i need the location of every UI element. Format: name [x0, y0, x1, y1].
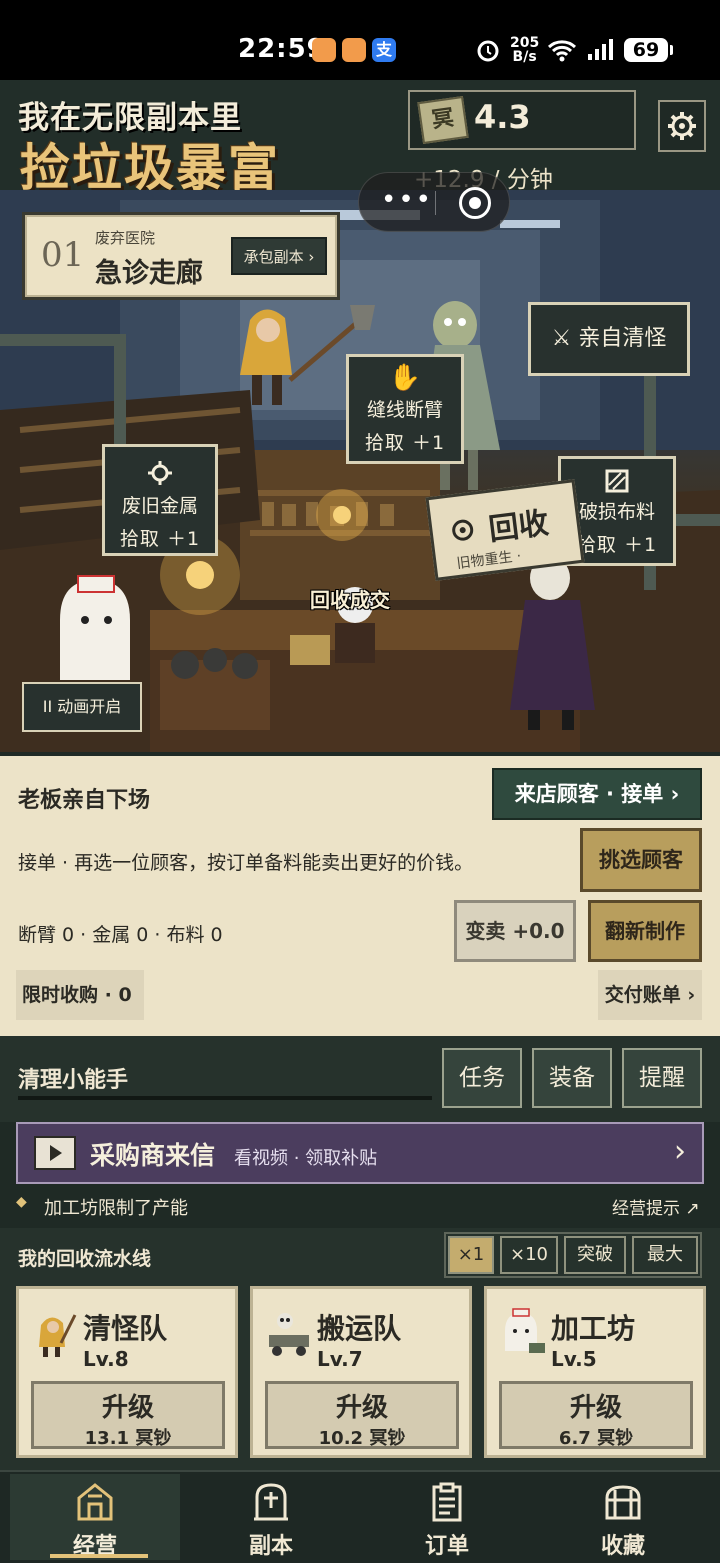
- loot-action: 拾取 ＋1: [364, 432, 446, 454]
- recycle-sign-title: 回收: [486, 505, 551, 548]
- card-name: 加工坊: [551, 1312, 636, 1345]
- upgrade-label: 升级: [335, 1393, 388, 1423]
- card-cleaning-team: 清怪队 Lv.8 升级 13.1 冥钞: [16, 1286, 238, 1458]
- card-name: 清怪队: [83, 1312, 168, 1345]
- card-level: Lv.7: [317, 1347, 363, 1371]
- nav-collection[interactable]: 收藏: [538, 1474, 708, 1560]
- skeleton-cart-avatar-icon: [269, 1313, 309, 1356]
- play-video-icon: [34, 1136, 76, 1170]
- multiplier-x10[interactable]: ×10: [500, 1236, 558, 1274]
- tab-reminders[interactable]: 提醒: [622, 1048, 702, 1108]
- active-indicator: [50, 1554, 148, 1558]
- clear-monster-button[interactable]: ⚔ 亲自清怪: [528, 302, 690, 376]
- upgrade-cost: 10.2 冥钞: [318, 1428, 406, 1449]
- cleaner-title: 清理小能手: [18, 1068, 129, 1093]
- card-level: Lv.8: [83, 1347, 129, 1371]
- heart-app-icon: [312, 38, 336, 62]
- alipay-icon: 支: [372, 38, 396, 62]
- ad-subtitle: 看视频 · 领取补贴: [234, 1148, 378, 1169]
- business-tip-link[interactable]: 经营提示 ↗: [612, 1194, 700, 1219]
- cloth-icon: [605, 469, 629, 493]
- animation-toggle-button[interactable]: II 动画开启: [22, 682, 142, 732]
- upgrade-cost: 6.7 冥钞: [558, 1428, 634, 1449]
- loot-name: 废旧金属: [121, 495, 198, 517]
- customer-order-button[interactable]: 来店顾客 · 接单 ›: [492, 768, 702, 820]
- gear-icon: [668, 112, 696, 140]
- alarm-icon: [477, 40, 499, 62]
- digger-avatar-icon: [39, 1314, 77, 1357]
- upgrade-label: 升级: [101, 1393, 154, 1423]
- nav-business[interactable]: 经营: [10, 1474, 180, 1560]
- settings-button[interactable]: [658, 100, 706, 152]
- upgrade-cost: 13.1 冥钞: [84, 1428, 172, 1449]
- loot-scrap-metal[interactable]: 废旧金属 拾取 ＋1: [102, 444, 218, 556]
- loot-name: 缝线断臂: [366, 399, 443, 421]
- app-root: { "status_bar": {"time": "22:59", "net_s…: [0, 0, 720, 1563]
- buyer-letter-banner[interactable]: 采购商来信 看视频 · 领取补贴 ›: [16, 1122, 704, 1184]
- nav-label: 收藏: [600, 1534, 645, 1559]
- contract-dungeon-button[interactable]: 承包副本 ›: [231, 237, 327, 275]
- battery-indicator: 69: [624, 38, 673, 62]
- pipeline-title: 我的回收流水线: [18, 1248, 152, 1270]
- tab-equipment[interactable]: 装备: [532, 1048, 612, 1108]
- upgrade-button[interactable]: 升级 13.1 冥钞: [31, 1381, 225, 1449]
- wifi-icon: [547, 40, 577, 62]
- hand-icon: ✋: [388, 363, 422, 393]
- upgrade-button[interactable]: 升级 6.7 冥钞: [499, 1381, 693, 1449]
- trade-complete-text: 回收成交: [310, 588, 390, 612]
- card-carry-team: 搬运队 Lv.7 升级 10.2 冥钞: [250, 1286, 472, 1458]
- cell-signal-icon: [588, 39, 613, 60]
- banknote-icon: 冥: [417, 96, 469, 144]
- inventory-summary: 断臂 0 · 金属 0 · 布料 0: [18, 924, 223, 946]
- tab-tasks[interactable]: 任务: [442, 1048, 522, 1108]
- nav-label: 订单: [424, 1534, 469, 1559]
- chevron-right-icon: ›: [674, 1134, 686, 1169]
- multiplier-breakthrough[interactable]: 突破: [564, 1236, 626, 1274]
- heart-app-icon-2: [342, 38, 366, 62]
- ad-title: 采购商来信: [90, 1141, 216, 1170]
- deliver-bill-button[interactable]: 交付账单 ›: [598, 970, 702, 1020]
- treasure-chest-icon: [605, 1485, 641, 1520]
- net-speed: 205 B/s: [510, 35, 540, 65]
- upgrade-label: 升级: [569, 1393, 622, 1423]
- gear-icon: [148, 461, 172, 485]
- boss-title: 老板亲自下场: [18, 788, 151, 813]
- gear-icon: [452, 519, 474, 541]
- nav-label: 副本: [248, 1534, 293, 1559]
- card-level: Lv.5: [551, 1347, 597, 1371]
- close-miniprogram-icon[interactable]: [459, 187, 491, 219]
- ghost-nurse-avatar-icon: [505, 1308, 545, 1353]
- nav-dungeon[interactable]: 副本: [186, 1474, 356, 1560]
- dungeon-number: 01: [41, 235, 85, 275]
- nav-orders[interactable]: 订单: [362, 1474, 532, 1560]
- shop-icon: [77, 1483, 113, 1521]
- notice-text: 加工坊限制了产能: [44, 1198, 188, 1219]
- multiplier-x1[interactable]: ×1: [448, 1236, 494, 1274]
- recycle-sign-subtitle: 旧物重生 ·: [455, 548, 523, 573]
- refurbish-button[interactable]: 翻新制作: [588, 900, 702, 962]
- card-workshop: 加工坊 Lv.5 升级 6.7 冥钞: [484, 1286, 706, 1458]
- dungeon-info-panel: 01 废弃医院 急诊走廊 承包副本 ›: [22, 212, 340, 300]
- currency-display: 冥 4.3: [408, 90, 636, 150]
- limited-buy-chip[interactable]: 限时收购 · 0: [16, 970, 144, 1020]
- card-name: 搬运队: [317, 1312, 402, 1345]
- miniprogram-capsule: •••: [358, 172, 510, 232]
- tombstone-icon: [254, 1483, 288, 1521]
- upgrade-button[interactable]: 升级 10.2 冥钞: [265, 1381, 459, 1449]
- loot-action: 拾取 ＋1: [119, 528, 201, 550]
- sell-button[interactable]: 变卖 +0.0: [454, 900, 576, 962]
- dungeon-room: 急诊走廊: [95, 258, 203, 289]
- dungeon-area: 废弃医院: [95, 229, 156, 247]
- clipboard-icon: [432, 1482, 462, 1522]
- multiplier-max[interactable]: 最大: [632, 1236, 698, 1274]
- diamond-icon: ◆: [16, 1194, 27, 1210]
- boss-description: 接单 · 再选一位顾客，按订单备料能卖出更好的价钱。: [18, 852, 474, 874]
- loot-stitched-arm[interactable]: ✋ 缝线断臂 拾取 ＋1: [346, 354, 464, 464]
- cleaner-progress-track: [18, 1096, 432, 1100]
- more-icon[interactable]: •••: [381, 185, 433, 215]
- status-bar: 22:59 支 205 B/s 69: [0, 0, 720, 80]
- currency-value: 4.3: [474, 98, 531, 136]
- pick-customer-button[interactable]: 挑选顾客: [580, 828, 702, 892]
